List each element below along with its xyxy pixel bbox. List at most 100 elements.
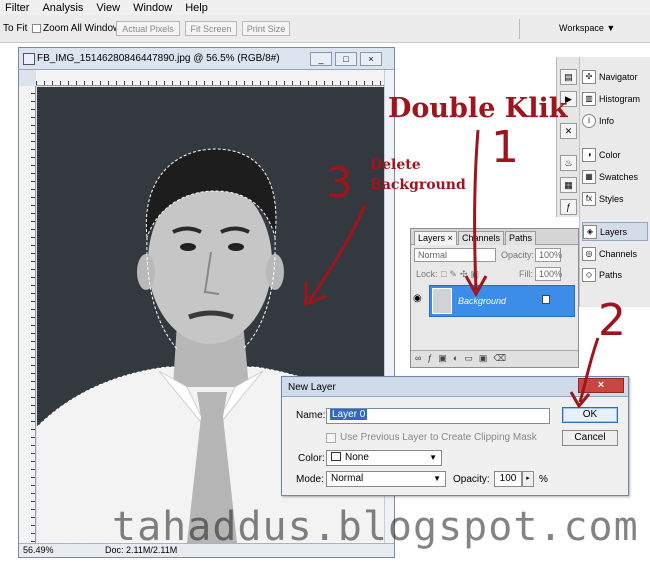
layers-icon: ◈: [583, 224, 597, 239]
opacity-field[interactable]: 100%: [535, 248, 562, 262]
layer-thumbnail: [432, 288, 452, 314]
panel-paths-label: Paths: [599, 269, 623, 280]
panel-layers[interactable]: ◈ Layers: [582, 222, 648, 241]
actual-pixels-button[interactable]: Actual Pixels: [116, 21, 180, 36]
zoom-readout[interactable]: 56.49%: [23, 545, 54, 555]
panel-list: ✣ Navigator ▥ Histogram i Info ◑ Color ▦ Swat…: [579, 57, 650, 307]
minimize-icon[interactable]: _: [310, 52, 332, 66]
panel-styles[interactable]: fx Styles: [582, 189, 648, 208]
options-bar: To Fit Zoom All Windows Actual Pixels Fi…: [0, 15, 650, 43]
panel-channels[interactable]: ◎ Channels: [582, 244, 648, 263]
opacity-percent: %: [539, 474, 548, 485]
new-layer-dialog: New Layer × Name: Layer 0 Use Previous L…: [281, 376, 629, 496]
horizontal-ruler: [36, 70, 384, 86]
panel-channels-label: Channels: [599, 248, 638, 259]
swatches-icon: ▦: [582, 169, 596, 184]
layer-name: Background: [458, 296, 507, 306]
color-swatch: [331, 452, 341, 461]
fill-field[interactable]: 100%: [535, 267, 562, 281]
layer-background[interactable]: Background: [429, 285, 575, 317]
layers-panel: Layers × Channels Paths Normal Opacity: …: [410, 228, 579, 368]
menu-window[interactable]: Window: [132, 2, 178, 14]
styles-icon: fx: [582, 191, 596, 206]
dialog-titlebar[interactable]: New Layer: [282, 377, 628, 397]
tab-layers[interactable]: Layers ×: [414, 231, 457, 245]
opacity-stepper-icon[interactable]: ▸: [522, 471, 534, 487]
color-select[interactable]: None ▼: [326, 450, 442, 466]
document-titlebar[interactable]: FB_IMG_15146280846447890.jpg @ 56.5% (RG…: [19, 48, 394, 70]
panel-histogram-label: Histogram: [599, 93, 641, 104]
opacity-label: Opacity:: [501, 250, 535, 260]
paths-icon: ◇: [582, 267, 596, 282]
clipping-mask-checkbox[interactable]: [326, 433, 336, 443]
fit-screen-button[interactable]: Fit Screen: [185, 21, 237, 36]
mode-select[interactable]: Normal ▼: [326, 471, 446, 487]
panel-swatches[interactable]: ▦ Swatches: [582, 167, 648, 186]
opacity-input[interactable]: 100: [494, 471, 522, 487]
tool-preset-icon[interactable]: ✕: [560, 123, 577, 139]
ok-button[interactable]: OK: [562, 407, 618, 423]
brush-preset-icon[interactable]: ▤: [560, 69, 577, 85]
panel-navigator-label: Navigator: [599, 71, 638, 82]
visibility-eye-icon[interactable]: ◉: [413, 293, 427, 307]
layer-name-value: Layer 0: [330, 409, 368, 420]
menu-view[interactable]: View: [95, 2, 126, 14]
info-icon: i: [582, 113, 596, 128]
clipping-mask-label: Use Previous Layer to Create Clipping Ma…: [340, 432, 537, 443]
chevron-down-icon: ▼: [433, 474, 441, 483]
opacity-label: Opacity:: [453, 474, 490, 485]
zoom-all-windows-label[interactable]: Zoom All Windows: [43, 23, 125, 34]
panel-info[interactable]: i Info: [582, 111, 648, 130]
color-label: Color:: [298, 453, 325, 464]
panel-histogram[interactable]: ▥ Histogram: [582, 89, 648, 108]
annotation-delete-line1: Delete: [370, 157, 421, 173]
layers-tabs: Layers × Channels Paths: [411, 229, 578, 245]
color-select-value: None: [345, 452, 369, 463]
fit-label: To Fit: [3, 23, 28, 34]
panel-navigator[interactable]: ✣ Navigator: [582, 67, 648, 86]
vertical-ruler: [19, 86, 36, 543]
watermark: tahaddus.blogspot.com: [112, 504, 639, 550]
panel-color-label: Color: [599, 149, 621, 160]
annotation-step-1: 1: [491, 122, 519, 173]
menu-help[interactable]: Help: [184, 2, 214, 14]
mode-label: Mode:: [296, 474, 324, 485]
panel-paths[interactable]: ◇ Paths: [582, 265, 648, 284]
clone-source-icon[interactable]: ♨: [560, 155, 577, 171]
notes-icon[interactable]: ƒ: [560, 199, 577, 215]
menu-analysis[interactable]: Analysis: [41, 2, 89, 14]
brushes-icon[interactable]: ▦: [560, 177, 577, 193]
lock-icons[interactable]: □✎✣▣: [441, 269, 491, 286]
panel-swatches-label: Swatches: [599, 171, 639, 182]
panel-info-label: Info: [599, 115, 615, 126]
menu-bar: Filter Analysis View Window Help: [0, 0, 650, 15]
annotation-step-3: 3: [326, 158, 353, 207]
panel-styles-label: Styles: [599, 193, 624, 204]
dock-icon-strip: ▤ ▶ ✕ ♨ ▦ ƒ: [556, 57, 579, 217]
blend-mode-select[interactable]: Normal: [414, 248, 496, 262]
close-icon[interactable]: ×: [360, 52, 382, 66]
color-icon: ◑: [582, 147, 596, 162]
layers-bottom-toolbar[interactable]: ∞ƒ▣◐▭▣⌫: [411, 350, 578, 367]
dialog-close-button[interactable]: ×: [578, 378, 624, 393]
mode-select-value: Normal: [331, 473, 364, 484]
options-separator: [519, 19, 520, 39]
workspace-button[interactable]: Workspace ▼: [559, 23, 615, 33]
cancel-button[interactable]: Cancel: [562, 430, 618, 446]
lock-icon: [542, 295, 550, 304]
tab-channels[interactable]: Channels: [458, 231, 505, 245]
lock-label: Lock:: [416, 269, 438, 279]
menu-filter[interactable]: Filter: [4, 2, 35, 14]
print-size-button[interactable]: Print Size: [242, 21, 290, 36]
maximize-icon[interactable]: □: [335, 52, 357, 66]
layer-name-input[interactable]: Layer 0: [326, 408, 550, 424]
panel-layers-label: Layers: [600, 226, 628, 237]
annotation-delete-line2: Background: [370, 177, 466, 193]
chevron-down-icon: ▼: [429, 453, 437, 462]
panel-color[interactable]: ◑ Color: [582, 145, 648, 164]
tab-paths[interactable]: Paths: [505, 231, 537, 245]
zoom-all-windows-checkbox[interactable]: [32, 24, 41, 33]
document-title: FB_IMG_15146280846447890.jpg @ 56.5% (RG…: [37, 53, 280, 64]
channels-icon: ◎: [582, 246, 596, 261]
histogram-icon: ▥: [582, 91, 596, 106]
